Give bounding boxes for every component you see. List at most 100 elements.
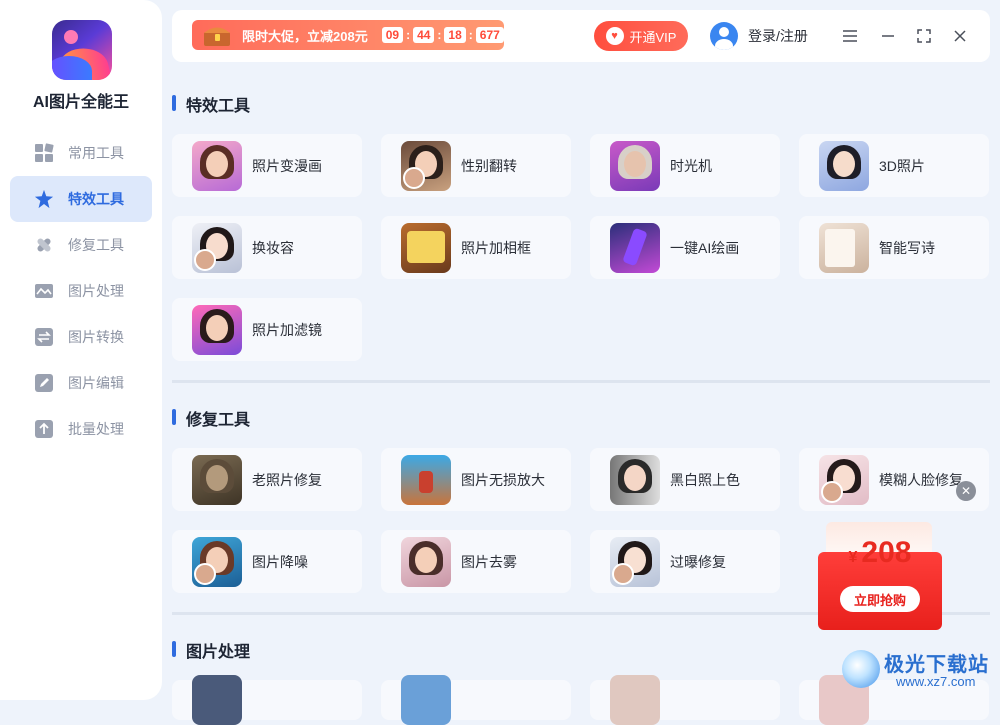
- countdown-minutes: 44: [413, 27, 435, 43]
- sidebar-item-label: 图片转换: [68, 329, 124, 345]
- tool-thumbnail: [610, 536, 660, 587]
- tool-card-makeup[interactable]: 换妆容: [172, 216, 362, 279]
- menu-icon[interactable]: [838, 24, 862, 48]
- tool-label: 性别翻转: [461, 157, 517, 174]
- tool-thumbnail: [192, 454, 242, 505]
- tool-label: 照片加相框: [461, 239, 531, 256]
- tool-card-partial[interactable]: [172, 675, 362, 725]
- tool-card-gender-swap[interactable]: 性别翻转: [381, 134, 571, 197]
- tool-card-photo-to-cartoon[interactable]: 照片变漫画: [172, 134, 362, 197]
- tool-card-lossless-upscale[interactable]: 图片无损放大: [381, 448, 571, 511]
- sidebar-item-label: 图片处理: [68, 283, 124, 299]
- tool-label: 智能写诗: [879, 239, 935, 256]
- sidebar-nav: 常用工具 特效工具 修复工具 图片处理 图片转换 图片编辑 批量处理: [10, 130, 152, 452]
- tool-thumbnail: [401, 675, 451, 725]
- sidebar-item-effects[interactable]: 特效工具: [10, 176, 152, 222]
- treasure-chest-icon: [200, 22, 234, 48]
- tool-thumbnail: [610, 222, 660, 273]
- countdown-timer: 09: 44: 18: 677: [381, 27, 504, 43]
- tool-card-partial[interactable]: [590, 675, 780, 725]
- sidebar-item-label: 批量处理: [68, 421, 124, 437]
- tool-label: 一键AI绘画: [670, 239, 740, 256]
- tool-card-ai-drawing[interactable]: 一键AI绘画: [590, 216, 780, 279]
- app-logo: [52, 20, 112, 80]
- tool-card-denoise[interactable]: 图片降噪: [172, 530, 362, 593]
- tool-thumbnail: [401, 454, 451, 505]
- app-name: AI图片全能王: [32, 94, 129, 111]
- tool-label: 模糊人脸修复: [879, 471, 963, 488]
- upload-icon: [34, 419, 54, 439]
- promo-text: 限时大促，立减208元: [242, 28, 368, 44]
- tool-thumbnail: [819, 140, 869, 191]
- section-title-repair: 修复工具: [172, 406, 250, 430]
- vip-heart-icon: ♥: [605, 27, 624, 45]
- site-watermark: 极光下载站 www.xz7.com: [842, 648, 992, 694]
- tool-label: 图片降噪: [252, 553, 308, 570]
- vip-button[interactable]: ♥ 开通VIP: [594, 21, 688, 51]
- bandage-icon: [34, 235, 54, 255]
- tool-card-3d-photo[interactable]: 3D照片: [799, 134, 989, 197]
- tool-thumbnail: [192, 304, 242, 355]
- close-packet-icon[interactable]: ✕: [956, 481, 976, 501]
- maximize-icon[interactable]: [912, 24, 936, 48]
- tool-card-photo-filter[interactable]: 照片加滤镜: [172, 298, 362, 361]
- sidebar: AI图片全能王 常用工具 特效工具 修复工具 图片处理 图片转换 图片编辑 批量…: [0, 0, 162, 700]
- tool-card-face-restore[interactable]: 模糊人脸修复: [799, 448, 989, 511]
- countdown-hours: 09: [381, 27, 404, 43]
- sidebar-item-repair[interactable]: 修复工具: [10, 222, 152, 268]
- tool-card-old-photo-repair[interactable]: 老照片修复: [172, 448, 362, 511]
- tool-thumbnail: [610, 454, 660, 505]
- sidebar-item-image-convert[interactable]: 图片转换: [10, 314, 152, 360]
- sidebar-item-common-tools[interactable]: 常用工具: [10, 130, 152, 176]
- tool-thumbnail: [819, 454, 869, 505]
- tool-label: 换妆容: [252, 239, 294, 256]
- tool-label: 照片变漫画: [252, 157, 322, 174]
- tool-label: 过曝修复: [670, 553, 726, 570]
- tool-label: 3D照片: [879, 157, 925, 174]
- tool-thumbnail: [401, 222, 451, 273]
- tool-label: 图片无损放大: [461, 471, 545, 488]
- tool-card-photo-frame[interactable]: 照片加相框: [381, 216, 571, 279]
- sidebar-item-label: 特效工具: [68, 191, 124, 207]
- tool-label: 老照片修复: [252, 471, 322, 488]
- tool-label: 图片去雾: [461, 553, 517, 570]
- tool-label: 黑白照上色: [670, 471, 740, 488]
- minimize-icon[interactable]: [876, 24, 900, 48]
- tool-label: 时光机: [670, 157, 712, 174]
- tool-thumbnail: [192, 675, 242, 725]
- tool-card-partial[interactable]: [381, 675, 571, 725]
- promo-banner[interactable]: 限时大促，立减208元 09: 44: 18: 677: [192, 20, 504, 50]
- tool-thumbnail: [192, 536, 242, 587]
- tool-thumbnail: [192, 222, 242, 273]
- tool-thumbnail: [401, 140, 451, 191]
- section-divider: [172, 380, 990, 383]
- user-avatar-icon: [710, 22, 738, 50]
- tool-card-dehaze[interactable]: 图片去雾: [381, 530, 571, 593]
- tool-card-colorize[interactable]: 黑白照上色: [590, 448, 780, 511]
- grid-icon: [34, 143, 54, 163]
- watermark-title: 极光下载站: [884, 654, 989, 676]
- section-title-image-processing: 图片处理: [172, 638, 250, 662]
- tool-card-poem-writing[interactable]: 智能写诗: [799, 216, 989, 279]
- countdown-milliseconds: 677: [475, 27, 504, 43]
- sidebar-item-image-processing[interactable]: 图片处理: [10, 268, 152, 314]
- star-icon: [34, 189, 54, 209]
- sidebar-item-image-edit[interactable]: 图片编辑: [10, 360, 152, 406]
- close-icon[interactable]: [948, 24, 972, 48]
- sidebar-item-batch[interactable]: 批量处理: [10, 406, 152, 452]
- red-packet-promo[interactable]: ¥208 立即抢购: [818, 522, 942, 630]
- tool-card-time-machine[interactable]: 时光机: [590, 134, 780, 197]
- buy-now-button[interactable]: 立即抢购: [840, 586, 920, 612]
- countdown-seconds: 18: [444, 27, 466, 43]
- login-button[interactable]: 登录/注册: [710, 22, 808, 50]
- sidebar-item-label: 常用工具: [68, 145, 124, 161]
- tool-card-overexposure-repair[interactable]: 过曝修复: [590, 530, 780, 593]
- edit-icon: [34, 373, 54, 393]
- packet-amount: ¥208: [848, 536, 912, 569]
- watermark-url: www.xz7.com: [896, 674, 976, 689]
- tool-thumbnail: [610, 140, 660, 191]
- section-title-effects: 特效工具: [172, 92, 250, 116]
- tool-thumbnail: [819, 222, 869, 273]
- convert-icon: [34, 327, 54, 347]
- sidebar-item-label: 修复工具: [68, 237, 124, 253]
